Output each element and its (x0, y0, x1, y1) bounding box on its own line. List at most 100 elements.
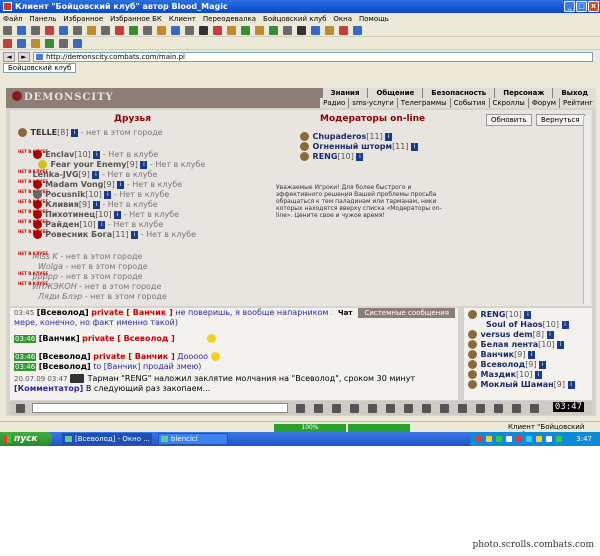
chat-input[interactable] (32, 403, 288, 413)
friend-row[interactable]: TELLE[8] i - нет в этом городе (18, 128, 163, 138)
info-icon[interactable]: i (535, 370, 543, 379)
friend-row[interactable]: Ляди Блэр - нет в этом городе (38, 292, 167, 302)
info-icon[interactable]: i (92, 170, 100, 179)
moderator-row[interactable]: RENG[10] i (300, 152, 364, 162)
toolbar-icon[interactable] (17, 25, 26, 35)
menu-file[interactable]: Файл (3, 15, 22, 23)
toolbar-icon[interactable] (143, 25, 152, 35)
friend-row[interactable]: НЕТ В КЛУБЕ Ровесник Бога[11] i - Нет в … (18, 230, 196, 240)
nav-character[interactable]: Персонаж (494, 88, 553, 98)
info-icon[interactable]: i (567, 380, 575, 389)
tray-icon[interactable] (516, 436, 522, 442)
tab-system-messages[interactable]: Системные сообщения (358, 308, 455, 318)
nav-exit[interactable]: Выход (552, 88, 596, 98)
forward-button[interactable]: ► (18, 51, 30, 62)
maximize-button[interactable]: □ (576, 1, 587, 12)
tray-icon[interactable] (546, 436, 552, 442)
menu-favorites[interactable]: Избранное (63, 15, 103, 23)
toolbar-icon[interactable] (17, 38, 26, 48)
toolbar-icon[interactable] (458, 404, 467, 413)
friend-row[interactable]: НЕТ В КЛУБЕ Miss K - нет в этом городе (18, 252, 142, 262)
toolbar-icon[interactable] (314, 404, 323, 413)
toolbar-icon[interactable] (3, 25, 12, 35)
url-field[interactable]: http://demonscity.combats.com/main.pl (33, 51, 593, 62)
refresh-button[interactable]: Обновить (486, 114, 532, 126)
menu-windows[interactable]: Окна (333, 15, 352, 23)
toolbar-icon[interactable] (325, 25, 334, 35)
toolbar-icon[interactable] (494, 404, 503, 413)
toolbar-icon[interactable] (129, 25, 138, 35)
toolbar-icon[interactable] (476, 404, 485, 413)
info-icon[interactable]: i (557, 340, 565, 349)
tray-icon[interactable] (506, 436, 512, 442)
toolbar-icon[interactable] (199, 25, 208, 35)
info-icon[interactable]: i (92, 200, 100, 209)
toolbar-icon[interactable] (87, 25, 96, 35)
chat-icon[interactable] (16, 404, 25, 413)
online-user[interactable]: Ванчик[9] i (468, 350, 535, 360)
tray-icon[interactable] (476, 436, 482, 442)
toolbar-icon[interactable] (296, 404, 305, 413)
nav-knowledge[interactable]: Знания (321, 88, 368, 98)
tray-icon[interactable] (496, 436, 502, 442)
toolbar-icon[interactable] (350, 404, 359, 413)
menu-fight-club[interactable]: Бойцовский клуб (263, 15, 326, 23)
info-icon[interactable]: i (140, 160, 148, 169)
online-user[interactable]: versus dem[8] i (468, 330, 554, 340)
toolbar-icon[interactable] (422, 404, 431, 413)
toolbar-icon[interactable] (157, 25, 166, 35)
toolbar-icon[interactable] (368, 404, 377, 413)
info-icon[interactable]: i (561, 320, 569, 329)
toolbar-icon[interactable] (45, 38, 54, 48)
subnav-forum[interactable]: Форум (527, 98, 560, 108)
toolbar-icon[interactable] (283, 25, 292, 35)
info-icon[interactable]: i (356, 152, 364, 161)
toolbar-icon[interactable] (269, 25, 278, 35)
menu-panel[interactable]: Панель (29, 15, 56, 23)
minimize-button[interactable]: _ (564, 1, 575, 12)
info-icon[interactable]: i (114, 210, 122, 219)
moderator-row[interactable]: Огненный шторм[11] i (300, 142, 419, 152)
toolbar-icon[interactable] (339, 25, 348, 35)
subnav-events[interactable]: События (449, 98, 489, 108)
close-button[interactable]: x (588, 1, 599, 12)
subnav-telegrams[interactable]: Телеграммы (396, 98, 450, 108)
info-icon[interactable]: i (411, 142, 419, 151)
friend-row[interactable]: НЕТ В КЛУБЕ Enclav[10] i - Нет в клубе (18, 150, 158, 160)
info-icon[interactable]: i (546, 330, 554, 339)
tab-chat[interactable]: Чат (332, 308, 359, 318)
toolbar-icon[interactable] (297, 25, 306, 35)
tray-icon[interactable] (486, 436, 492, 442)
toolbar-icon[interactable] (404, 404, 413, 413)
tray-icon[interactable] (556, 436, 562, 442)
toolbar-icon[interactable] (255, 25, 264, 35)
info-icon[interactable]: i (528, 350, 535, 359)
toolbar-icon[interactable] (73, 25, 82, 35)
info-icon[interactable]: i (71, 128, 79, 137)
info-icon[interactable]: i (117, 180, 125, 189)
info-icon[interactable]: i (93, 150, 101, 159)
menu-client[interactable]: Клиент (169, 15, 196, 23)
subnav-sms[interactable]: sms-услуги (348, 98, 397, 108)
toolbar-icon[interactable] (227, 25, 236, 35)
toolbar-icon[interactable] (311, 25, 320, 35)
moderator-row[interactable]: Chupaderos[11] i (300, 132, 393, 142)
back-button-game[interactable]: Вернуться (536, 114, 585, 126)
friends-scrollbar[interactable] (583, 116, 590, 304)
info-icon[interactable]: i (104, 190, 112, 199)
online-user[interactable]: Моклый Шаман[9] i (468, 380, 575, 390)
toolbar-icon[interactable] (31, 38, 40, 48)
toolbar-icon[interactable] (512, 404, 521, 413)
menu-wardrobe[interactable]: Переодевалка (203, 15, 256, 23)
info-icon[interactable]: i (524, 310, 532, 319)
page-tab-fight-club[interactable]: Бойцовский клуб (3, 63, 77, 73)
friend-row[interactable]: Fear your Enemy[9] i - Нет в клубе (38, 160, 205, 170)
toolbar-icon[interactable] (241, 25, 250, 35)
toolbar-icon[interactable] (353, 25, 362, 35)
toolbar-icon[interactable] (115, 25, 124, 35)
online-user[interactable]: Белая лента[10] i (468, 340, 565, 350)
toolbar-icon[interactable] (185, 25, 194, 35)
taskbar-item-blencicl[interactable]: blencicl (158, 433, 228, 445)
info-icon[interactable]: i (539, 360, 547, 369)
friend-row[interactable]: НЕТ В КЛУБЕ ИНЖЭКОН - нет в этом городе (18, 282, 161, 292)
